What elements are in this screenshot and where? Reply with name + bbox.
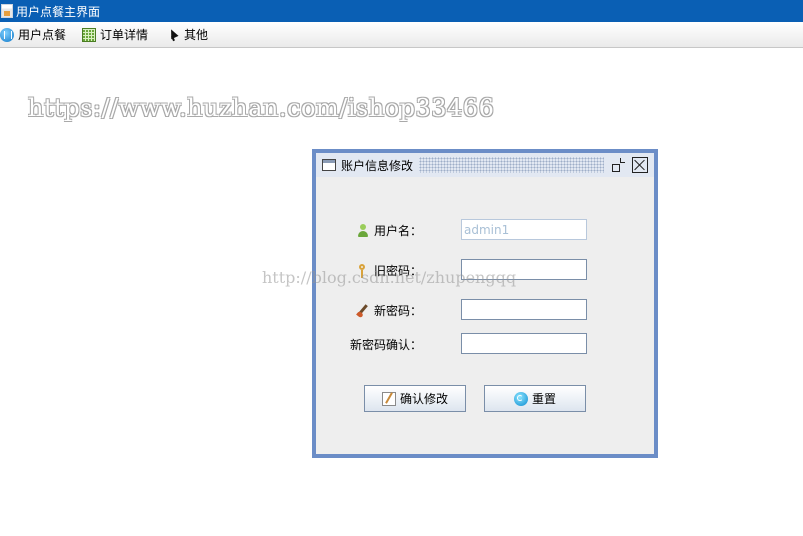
confirm-password-label: 新密码确认：	[350, 336, 422, 353]
menu-order-details[interactable]: 订单详情	[82, 22, 154, 47]
order-icon	[0, 27, 14, 42]
reset-button[interactable]: 重置	[484, 385, 586, 412]
old-password-row: 旧密码：	[316, 259, 654, 281]
key-icon	[356, 263, 370, 278]
close-icon[interactable]	[632, 157, 648, 173]
calculator-icon	[82, 27, 97, 42]
new-password-label: 新密码：	[356, 302, 422, 319]
menu-bar: 用户点餐 订单详情 其他	[0, 22, 803, 48]
menu-other[interactable]: 其他	[166, 22, 214, 47]
window-icon	[322, 159, 336, 171]
username-label: 用户名：	[356, 222, 422, 239]
app-icon	[1, 4, 13, 18]
confirm-modify-button[interactable]: 确认修改	[364, 385, 466, 412]
old-password-label: 旧密码：	[356, 262, 422, 279]
new-password-label-text: 新密码：	[373, 304, 422, 318]
cursor-icon	[166, 28, 180, 42]
title-bar-grip	[419, 157, 604, 173]
restore-icon[interactable]	[610, 157, 626, 173]
brush-icon	[356, 304, 370, 318]
dialog-title: 账户信息修改	[341, 158, 414, 173]
edit-icon	[381, 391, 396, 406]
menu-other-label: 其他	[184, 28, 209, 42]
reset-label: 重置	[531, 392, 556, 406]
account-edit-dialog: 账户信息修改 用户名： 旧密码： 新密码：	[312, 149, 658, 458]
menu-order-details-label: 订单详情	[100, 28, 149, 42]
confirm-password-label-text: 新密码确认：	[349, 338, 422, 352]
new-password-field[interactable]	[461, 299, 587, 320]
confirm-password-row: 新密码确认：	[316, 333, 654, 355]
confirm-modify-label: 确认修改	[399, 392, 448, 406]
watermark-primary: https://www.huzhan.com/ishop33466	[28, 94, 495, 122]
old-password-field[interactable]	[461, 259, 587, 280]
username-field	[461, 219, 587, 240]
menu-order-food-label: 用户点餐	[18, 28, 67, 42]
menu-order-food[interactable]: 用户点餐	[0, 22, 72, 47]
old-password-label-text: 旧密码：	[373, 264, 422, 278]
window-title-bar: 用户点餐主界面	[0, 0, 803, 22]
username-row: 用户名：	[316, 219, 654, 241]
confirm-password-field[interactable]	[461, 333, 587, 354]
dialog-body: 用户名： 旧密码： 新密码： 新密码确认：	[316, 177, 654, 454]
reset-icon	[513, 391, 528, 406]
username-label-text: 用户名：	[373, 224, 422, 238]
new-password-row: 新密码：	[316, 299, 654, 321]
user-icon	[356, 223, 370, 238]
window-title: 用户点餐主界面	[16, 4, 101, 19]
dialog-title-bar[interactable]: 账户信息修改	[316, 153, 654, 178]
